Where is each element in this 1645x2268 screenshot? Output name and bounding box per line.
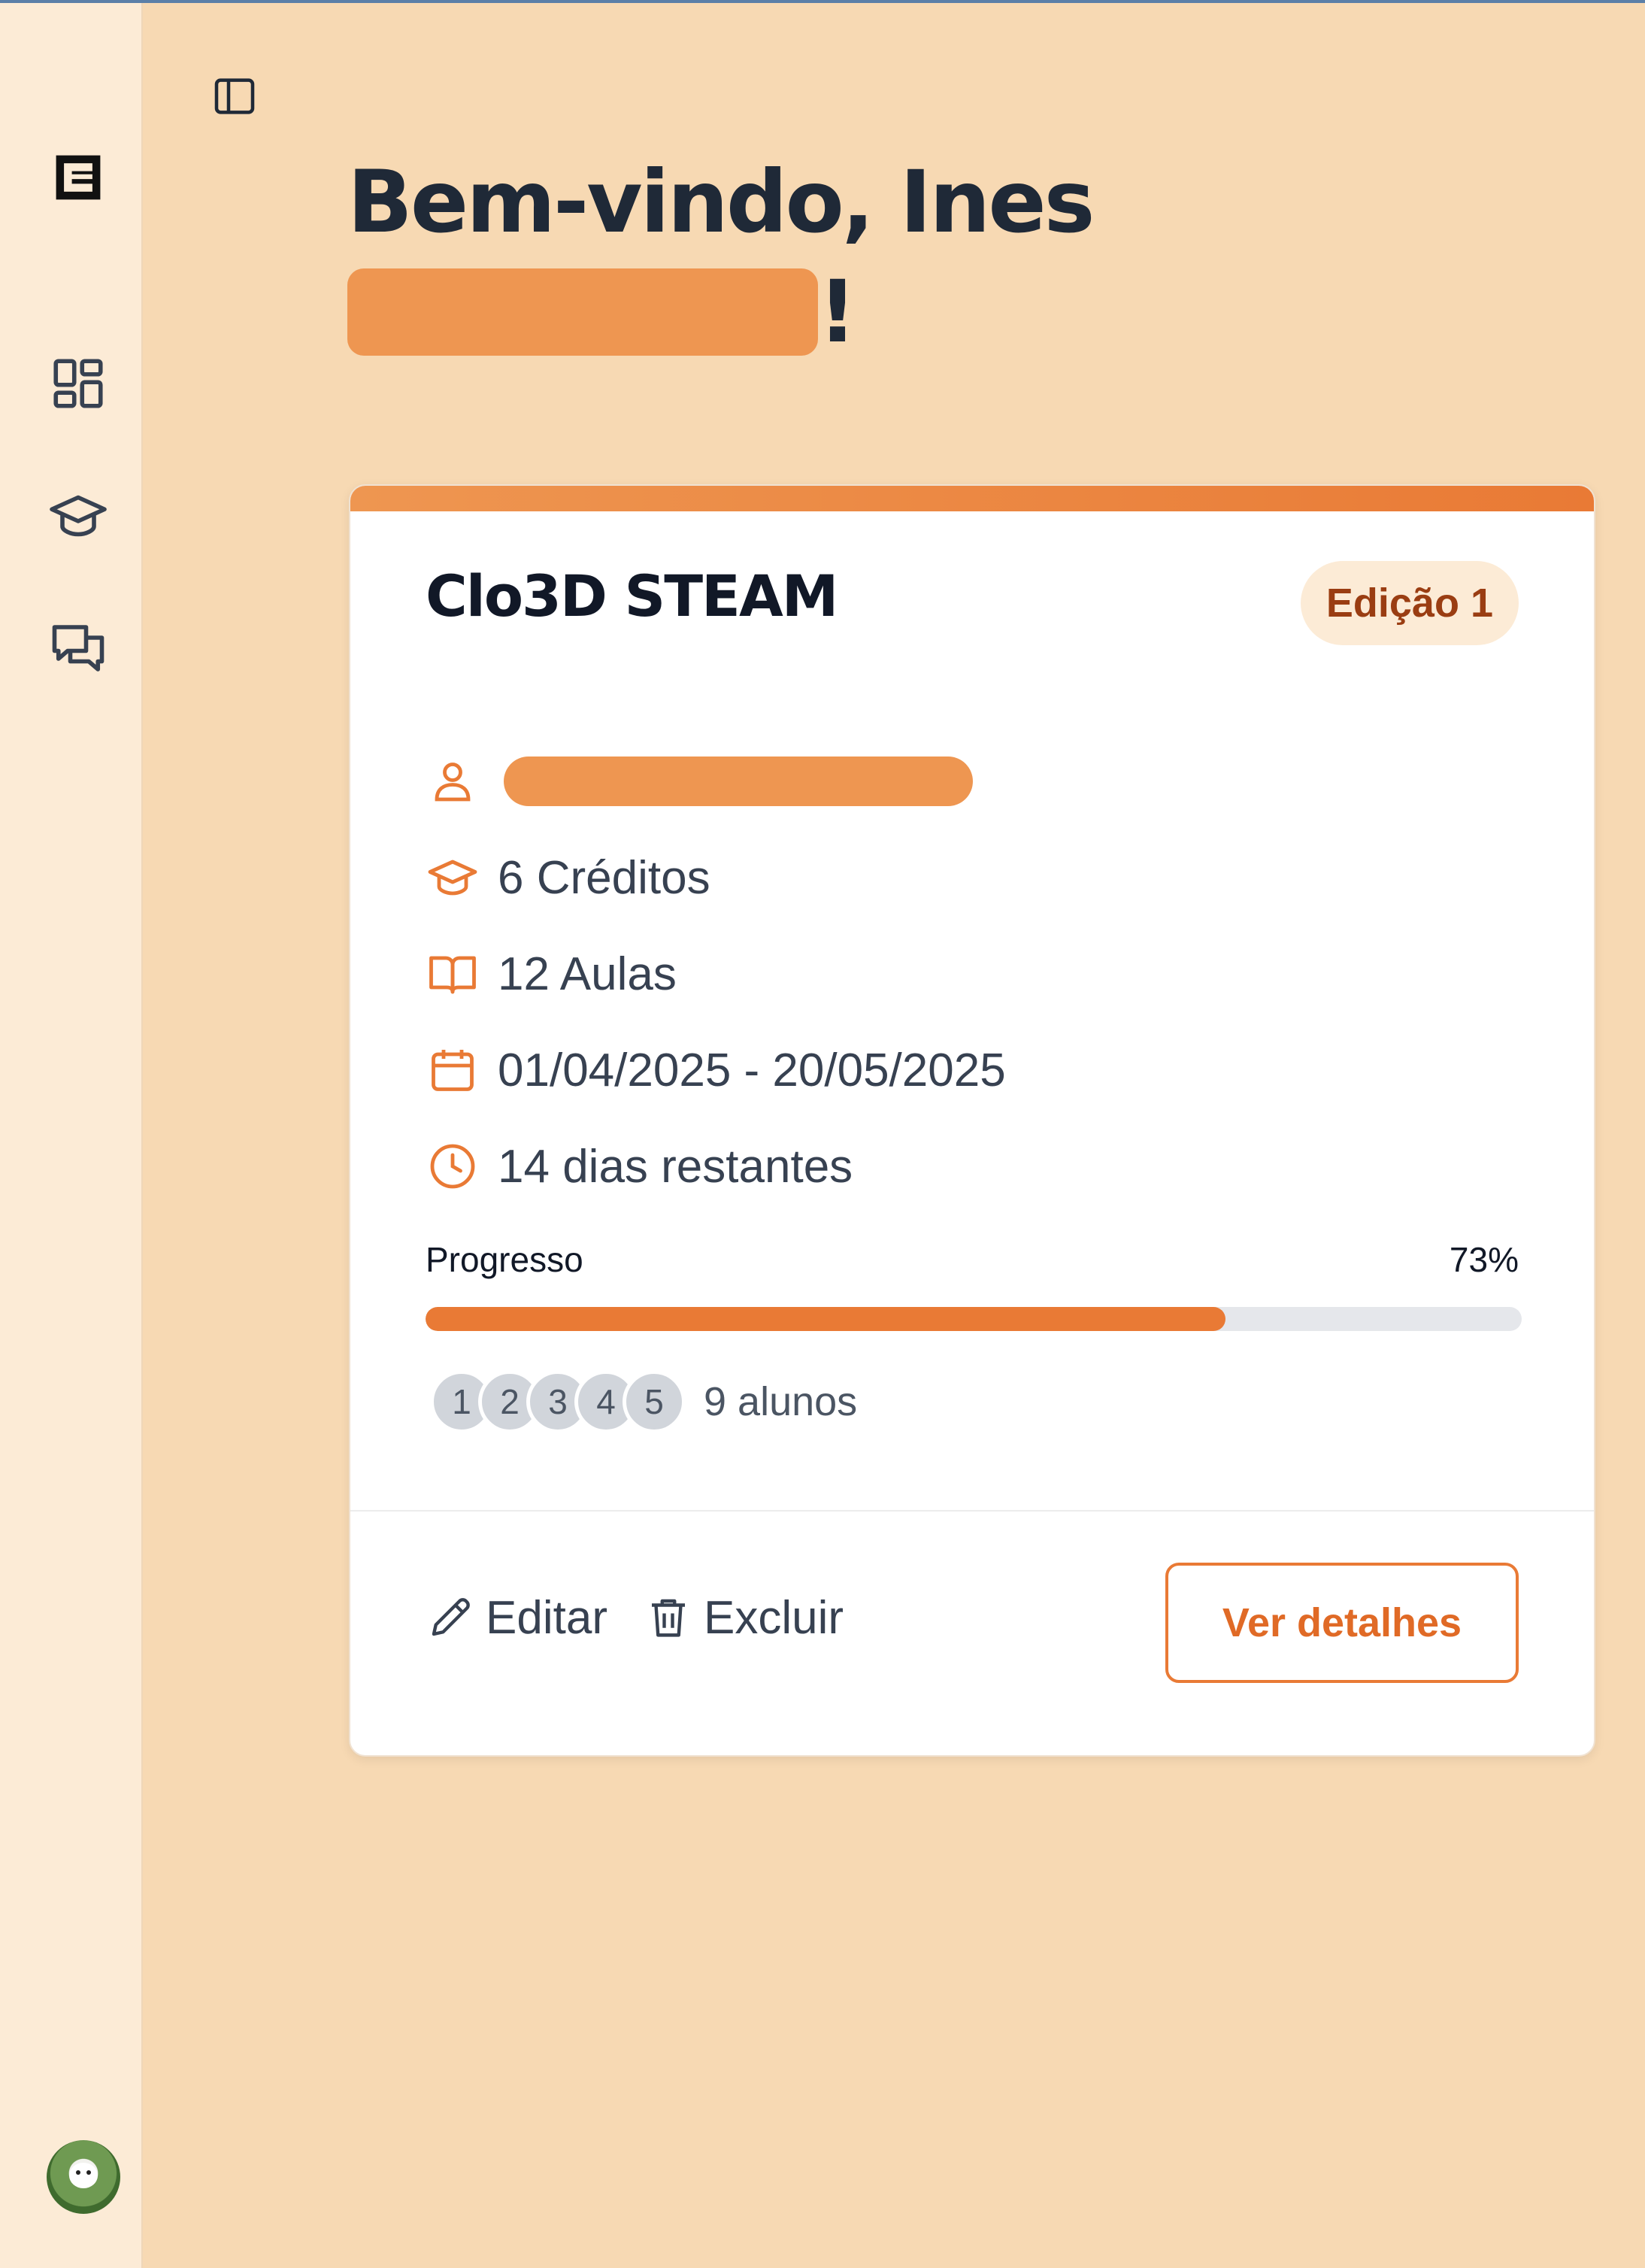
book-icon <box>429 956 476 994</box>
user-avatar[interactable] <box>47 2140 120 2214</box>
welcome-exclamation: ! <box>818 262 857 362</box>
welcome-greeting: Bem-vindo, Ines <box>347 152 1095 252</box>
redacted-surname <box>347 268 818 356</box>
instructor-row <box>426 747 973 815</box>
lessons-text: 12 Aulas <box>498 948 677 1000</box>
trash-icon <box>652 1599 685 1637</box>
credits-text: 6 Créditos <box>498 851 710 904</box>
pencil-icon <box>432 1598 470 1636</box>
view-details-button[interactable]: Ver detalhes <box>1165 1563 1519 1683</box>
edit-label: Editar <box>486 1591 607 1644</box>
course-title: Clo3D STEAM <box>426 562 838 629</box>
dates-text: 01/04/2025 - 20/05/2025 <box>498 1044 1006 1096</box>
panel-left-icon <box>214 78 255 114</box>
avatar-face <box>69 2163 98 2188</box>
clock-icon <box>430 1144 475 1189</box>
welcome-name-row: ! <box>347 257 1550 367</box>
edition-badge: Edição 1 <box>1300 561 1519 645</box>
welcome-heading: Bem-vindo, Ines ! <box>347 147 1550 367</box>
logo-icon[interactable] <box>44 143 113 212</box>
remaining-row: 14 dias restantes <box>426 1132 853 1200</box>
progress-bar <box>426 1307 1522 1331</box>
students-count: 9 alunos <box>704 1379 858 1424</box>
dates-row: 01/04/2025 - 20/05/2025 <box>426 1036 1006 1104</box>
redacted-instructor-name <box>504 757 973 806</box>
dashboard-icon[interactable] <box>44 349 113 418</box>
window-top-border <box>0 0 1645 3</box>
remaining-text: 14 dias restantes <box>498 1140 853 1193</box>
sidebar <box>0 3 143 2268</box>
user-icon <box>435 763 471 802</box>
logo-glyph <box>56 155 101 200</box>
course-card: Clo3D STEAM Edição 1 6 Créditos 12 Aulas… <box>349 484 1595 1757</box>
students-group: 1 2 3 4 5 9 alunos <box>430 1370 857 1433</box>
delete-label: Excluir <box>704 1591 844 1644</box>
graduation-cap-icon[interactable] <box>44 481 113 550</box>
calendar-icon <box>432 1050 474 1091</box>
progress-bar-fill <box>426 1307 1226 1331</box>
sidebar-toggle-button[interactable] <box>204 66 265 126</box>
chat-icon[interactable] <box>44 614 113 683</box>
credits-row: 6 Créditos <box>426 844 710 911</box>
lessons-row: 12 Aulas <box>426 940 677 1008</box>
card-divider <box>350 1510 1594 1511</box>
card-accent-bar <box>350 486 1594 511</box>
student-avatar: 5 <box>623 1370 686 1433</box>
delete-button[interactable]: Excluir <box>644 1584 844 1651</box>
progress-label: Progresso <box>426 1240 583 1279</box>
progress-value: 73% <box>1449 1240 1519 1279</box>
graduation-cap-icon <box>428 860 477 896</box>
edit-button[interactable]: Editar <box>426 1584 607 1651</box>
